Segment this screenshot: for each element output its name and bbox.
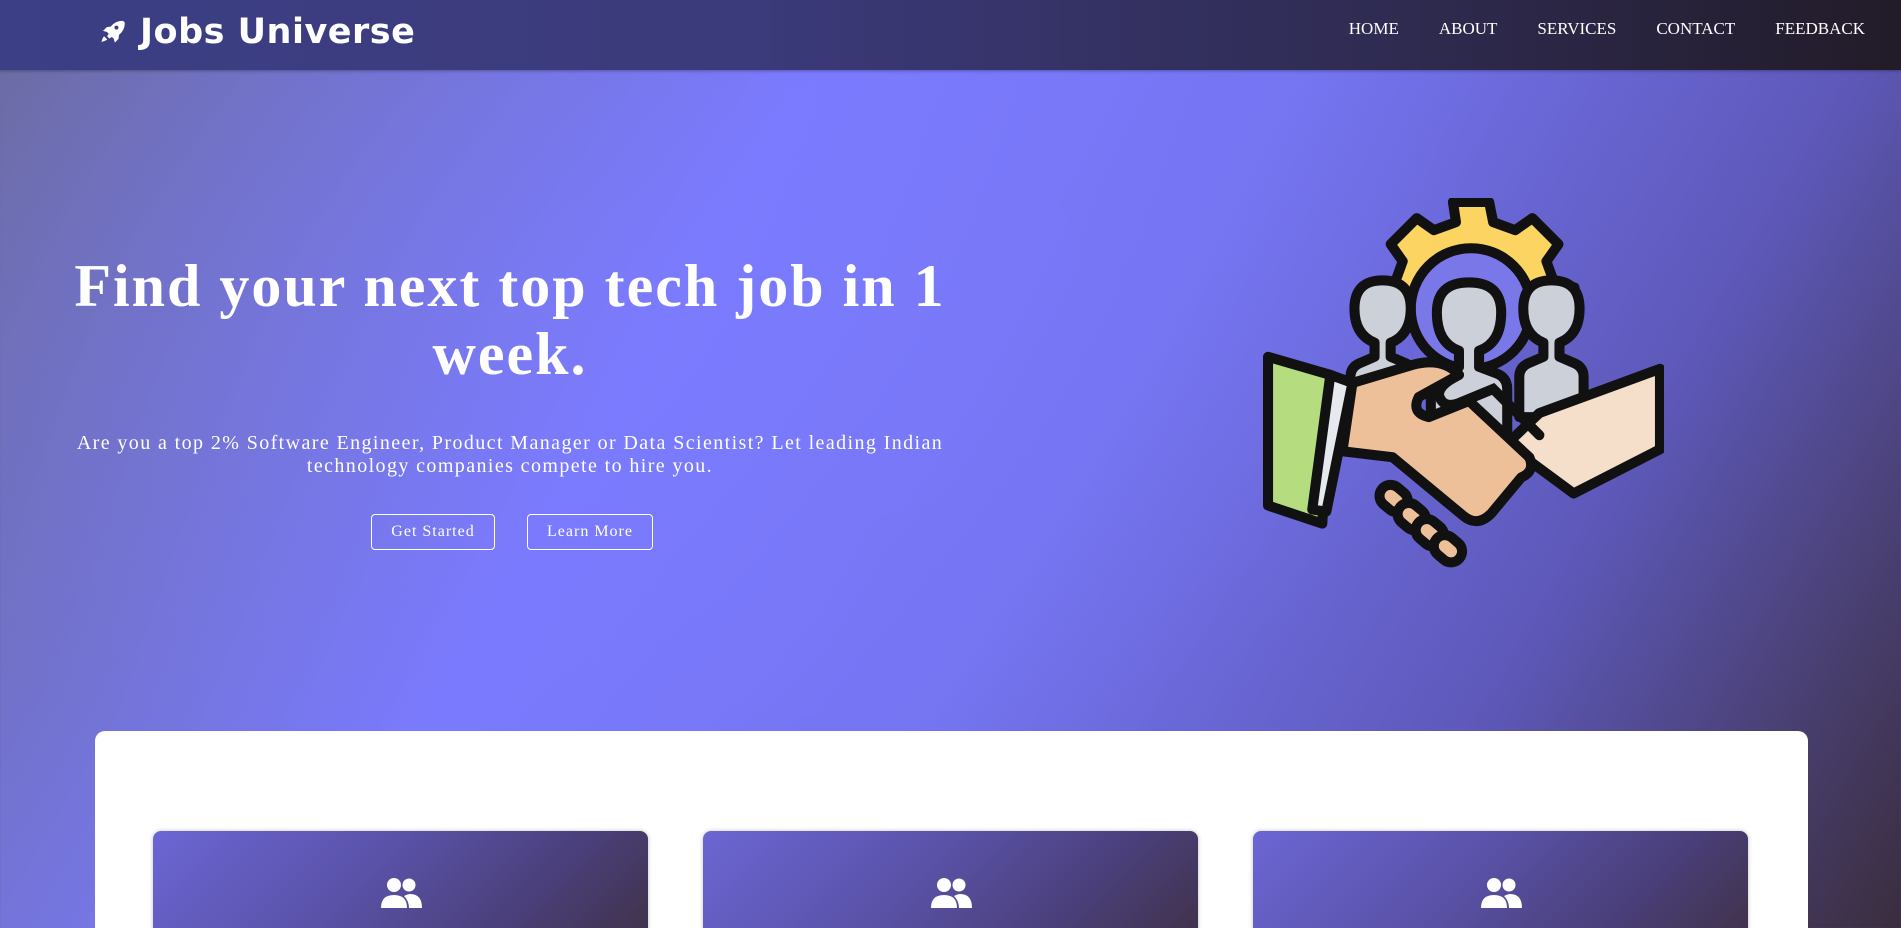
learn-more-button[interactable]: Learn More bbox=[527, 514, 653, 550]
navbar: Jobs Universe HOME ABOUT SERVICES CONTAC… bbox=[0, 0, 1901, 70]
users-icon bbox=[930, 878, 972, 908]
brand-name: Jobs Universe bbox=[140, 12, 416, 52]
hero-title: Find your next top tech job in 1 week. bbox=[74, 253, 946, 387]
nav-about[interactable]: ABOUT bbox=[1439, 19, 1498, 39]
nav-services[interactable]: SERVICES bbox=[1537, 19, 1616, 39]
hero-subtitle: Are you a top 2% Software Engineer, Prod… bbox=[76, 432, 944, 477]
nav-home[interactable]: HOME bbox=[1349, 19, 1399, 39]
users-icon bbox=[1480, 878, 1522, 908]
nav-contact[interactable]: CONTACT bbox=[1656, 19, 1735, 39]
users-icon bbox=[380, 878, 422, 908]
feature-card[interactable] bbox=[1253, 831, 1748, 928]
rocket-icon bbox=[101, 20, 125, 43]
features-panel bbox=[95, 731, 1808, 928]
feature-card[interactable] bbox=[153, 831, 648, 928]
feature-card[interactable] bbox=[703, 831, 1198, 928]
nav-feedback[interactable]: FEEDBACK bbox=[1775, 19, 1865, 39]
get-started-button[interactable]: Get Started bbox=[371, 514, 495, 550]
brand-logo[interactable]: Jobs Universe bbox=[98, 10, 415, 54]
nav-menu: HOME ABOUT SERVICES CONTACT FEEDBACK bbox=[1309, 0, 1865, 58]
handshake-teamwork-icon bbox=[1263, 198, 1664, 568]
